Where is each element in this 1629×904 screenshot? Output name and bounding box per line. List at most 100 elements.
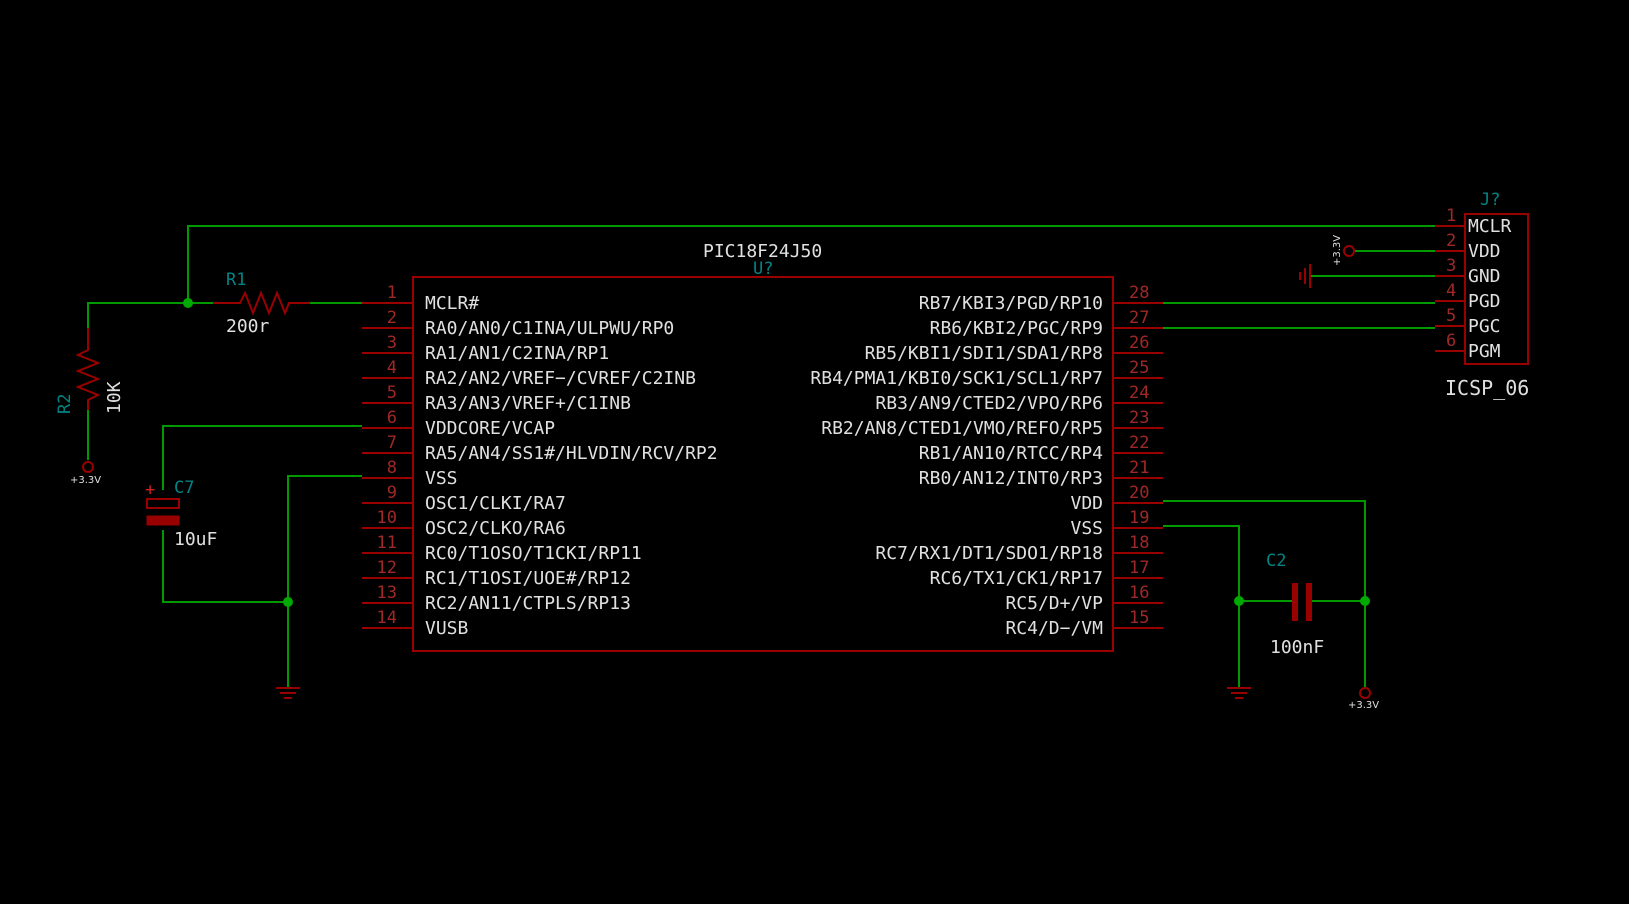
ic-pin-name: RC5/D+/VP — [1005, 593, 1103, 614]
connector-pin-number: 2 — [1446, 231, 1456, 251]
ic-pin-name: RA3/AN3/VREF+/C1INB — [425, 393, 631, 414]
wires — [87, 225, 1435, 688]
ic-ref: U? — [753, 259, 773, 279]
ic-pin-number: 25 — [1129, 358, 1149, 378]
ic-pin-name: RC4/D−/VM — [1005, 618, 1103, 639]
r1-ref: R1 — [226, 270, 246, 290]
connector-pin-number: 6 — [1446, 331, 1456, 351]
ic-pin-name: RB0/AN12/INT0/RP3 — [919, 468, 1103, 489]
ic-pin-number: 10 — [377, 508, 397, 528]
vcc-symbol-icon — [1359, 687, 1371, 699]
ground-right — [1227, 687, 1251, 699]
c2-plate-right — [1306, 583, 1312, 621]
junction-dot — [183, 298, 193, 308]
ic-pin-number: 1 — [387, 283, 397, 303]
vcc-symbol-icon — [82, 461, 94, 473]
r2-value: 10K — [104, 381, 125, 414]
ic-pin-name: VUSB — [425, 618, 468, 639]
connector-pin-number: 1 — [1446, 206, 1456, 226]
connector-pin-name: PGM — [1468, 341, 1501, 362]
r2-zigzag — [75, 328, 101, 410]
ic-pin-name: VDDCORE/VCAP — [425, 418, 555, 439]
wire-vss19-to-gnd — [1163, 525, 1240, 688]
connector-pin-name: PGD — [1468, 291, 1501, 312]
r1-zigzag — [213, 290, 310, 316]
ic-pin-name: RC1/T1OSI/UOE#/RP12 — [425, 568, 631, 589]
junctions — [183, 298, 1370, 607]
c2-plate-left — [1292, 583, 1298, 621]
wire-mclr-top — [187, 225, 1435, 303]
c7-plate-top — [146, 498, 180, 509]
connector-pin-name: PGC — [1468, 316, 1501, 337]
ic-pin-number: 6 — [387, 408, 397, 428]
ic-pin-name: RB3/AN9/CTED2/VPO/RP6 — [875, 393, 1103, 414]
ic-pin-number: 15 — [1129, 608, 1149, 628]
ic-pin-name: RA5/AN4/SS1#/HLVDIN/RCV/RP2 — [425, 443, 718, 464]
ic-pin-name: RA1/AN1/C2INA/RP1 — [425, 343, 609, 364]
connector-pin-number: 5 — [1446, 306, 1456, 326]
c7-plate-bottom — [146, 515, 180, 526]
ic-pin-name: RB4/PMA1/KBI0/SCK1/SCL1/RP7 — [810, 368, 1103, 389]
ic-pin-name: RC7/RX1/DT1/SDO1/RP18 — [875, 543, 1103, 564]
connector-pins: 1 MCLR 2 VDD 3 GND 4 PGD 5 PGC 6 PGM — [1435, 206, 1512, 362]
junction-dot — [1234, 596, 1244, 606]
ic-right-pins: 28 RB7/KBI3/PGD/RP10 27 RB6/KBI2/PGC/RP9 26 R… — [810, 283, 1163, 639]
r1-value: 200r — [226, 316, 270, 337]
ic-pin-number: 13 — [377, 583, 397, 603]
c7-value: 10uF — [174, 529, 217, 550]
ground-left — [276, 687, 300, 699]
ic-pin-name: RB6/KBI2/PGC/RP9 — [930, 318, 1103, 339]
ic-pin-name: OSC1/CLKI/RA7 — [425, 493, 566, 514]
ic-pin-name: RB1/AN10/RTCC/RP4 — [919, 443, 1103, 464]
ic-pin-number: 8 — [387, 458, 397, 478]
connector-icsp[interactable]: J? ICSP_06 1 MCLR 2 VDD 3 GND 4 PGD 5 PGC 6 PGM — [1435, 190, 1529, 400]
resistor-r2[interactable]: R2 10K — [55, 328, 125, 414]
ic-pin-name: RB5/KBI1/SDI1/SDA1/RP8 — [865, 343, 1103, 364]
ic-pin-number: 16 — [1129, 583, 1149, 603]
junction-dot — [1360, 596, 1370, 606]
ic-pin-number: 21 — [1129, 458, 1149, 478]
capacitor-c7[interactable]: + C7 10uF — [145, 478, 217, 550]
ic-pin-number: 28 — [1129, 283, 1149, 303]
ic-u[interactable]: PIC18F24J50 U? 1 MCLR#2 RA0/AN0/C1INA/ULPW… — [362, 241, 1163, 652]
c2-ref: C2 — [1266, 551, 1286, 571]
ic-pin-number: 7 — [387, 433, 397, 453]
c7-polarity: + — [145, 480, 155, 500]
capacitor-c2[interactable]: C2 100nF — [1266, 551, 1324, 658]
connector-value: ICSP_06 — [1445, 376, 1529, 400]
ic-pin-number: 4 — [387, 358, 397, 378]
ic-pin-number: 22 — [1129, 433, 1149, 453]
vcc-label: +3.3V — [1348, 700, 1379, 711]
ic-pin-name: RA2/AN2/VREF−/CVREF/C2INB — [425, 368, 696, 389]
ground-connector — [1299, 264, 1311, 288]
ic-pin-number: 23 — [1129, 408, 1149, 428]
ic-pin-number: 27 — [1129, 308, 1149, 328]
c2-value: 100nF — [1270, 637, 1324, 658]
ic-pin-name: RA0/AN0/C1INA/ULPWU/RP0 — [425, 318, 674, 339]
power-vcc-r2: +3.3V — [70, 461, 101, 486]
c7-ref: C7 — [174, 478, 194, 498]
connector-pin-number: 4 — [1446, 281, 1456, 301]
resistor-r1[interactable]: R1 200r — [213, 270, 310, 337]
connector-pin-name: VDD — [1468, 241, 1501, 262]
ic-pin-name: RB2/AN8/CTED1/VMO/REFO/RP5 — [821, 418, 1103, 439]
ic-pin-number: 9 — [387, 483, 397, 503]
ic-pin-name: MCLR# — [425, 293, 479, 314]
ic-pin-number: 11 — [377, 533, 397, 553]
junction-dot — [283, 597, 293, 607]
vcc-symbol-icon — [1343, 245, 1355, 257]
power-vcc-connector: +3.3V — [1332, 235, 1355, 266]
ic-pin-number: 5 — [387, 383, 397, 403]
ic-pin-number: 12 — [377, 558, 397, 578]
ic-left-pins: 1 MCLR# 2 RA0/AN0/C1INA/ULPWU/RP0 3 RA1/AN1/C… — [362, 283, 718, 639]
wire-vss-to-gnd — [287, 475, 362, 688]
ic-pin-number: 20 — [1129, 483, 1149, 503]
ic-pin-name: RC0/T1OSO/T1CKI/RP11 — [425, 543, 642, 564]
power-vcc-right: +3.3V — [1348, 687, 1379, 711]
ic-pin-name: VSS — [425, 468, 458, 489]
ic-pin-name: OSC2/CLKO/RA6 — [425, 518, 566, 539]
wire-vdd-to-vcc — [1163, 500, 1366, 688]
connector-pin-number: 3 — [1446, 256, 1456, 276]
connector-pin-name: GND — [1468, 266, 1501, 287]
wire-r2-to-junction — [87, 302, 213, 328]
